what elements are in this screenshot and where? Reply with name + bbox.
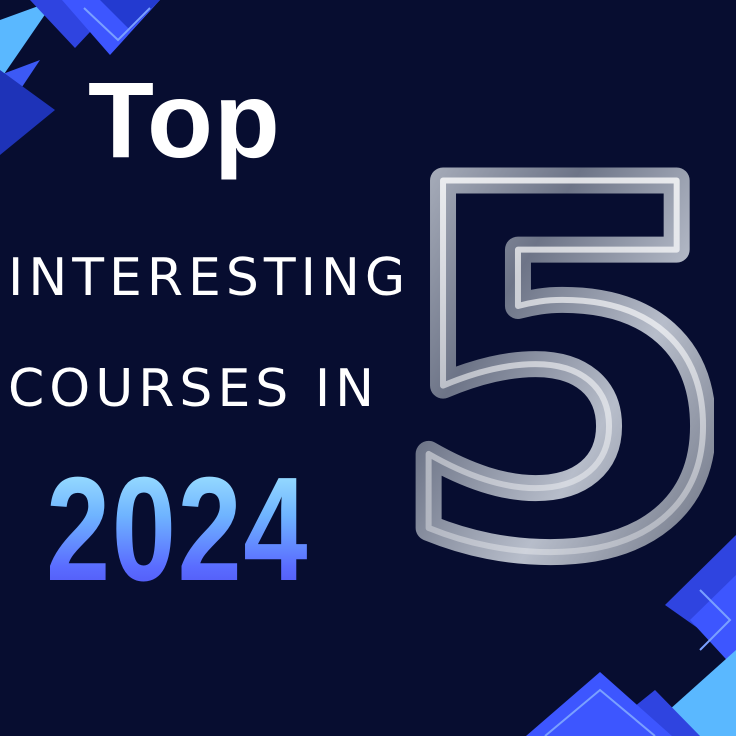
headline-line-2: COURSES IN: [8, 359, 380, 419]
chrome-number-graphic: 5 5: [414, 150, 714, 570]
headline-top: Top: [88, 59, 281, 180]
number-highlight: 5: [414, 150, 714, 570]
year-text: 2024: [46, 447, 310, 612]
poster-canvas: Top INTERESTING COURSES IN 2024 5 5: [0, 0, 736, 736]
headline-line-1: INTERESTING: [8, 248, 411, 308]
deco-triangle-left-low: [0, 70, 55, 155]
feature-number: 5 5: [414, 150, 714, 570]
